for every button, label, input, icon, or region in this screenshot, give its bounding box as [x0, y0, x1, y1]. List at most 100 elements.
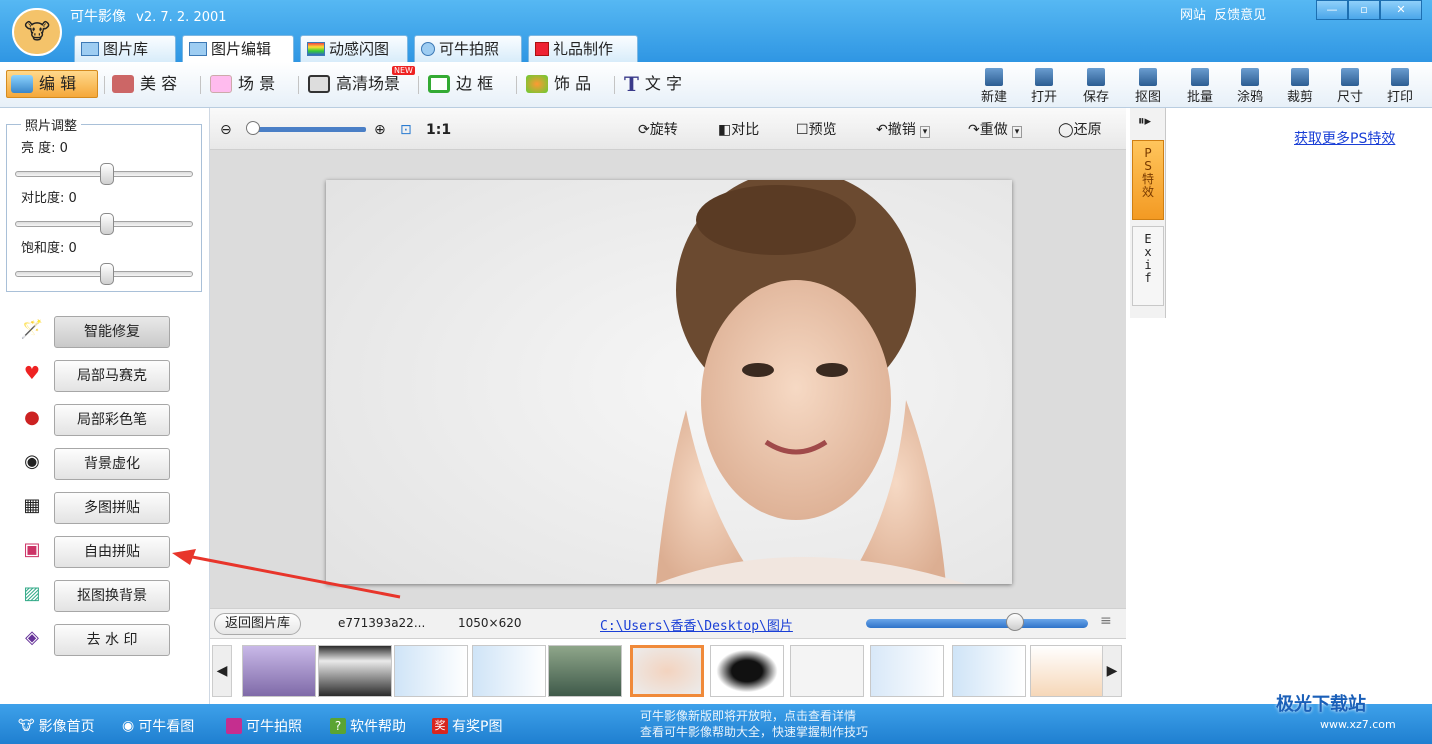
close-button[interactable]: ✕ [1380, 0, 1422, 20]
new-button[interactable]: 新建 [972, 66, 1016, 106]
menu-icon[interactable]: ≡ [1100, 613, 1112, 629]
tab-gift[interactable]: 礼品制作 [528, 35, 638, 62]
remove-watermark-button[interactable]: 去 水 印 [54, 624, 170, 656]
contrast-slider[interactable] [15, 213, 193, 235]
multi-collage-icon: ▦ [23, 495, 41, 516]
subtab-frame[interactable]: 边 框 [424, 70, 497, 98]
tab-animation[interactable]: 动感闪图 [300, 35, 408, 62]
free-collage-button[interactable]: 自由拼贴 [54, 536, 170, 568]
thumbnail[interactable] [952, 645, 1026, 697]
local-color-pen-button[interactable]: 局部彩色笔 [54, 404, 170, 436]
multi-collage-button[interactable]: 多图拼贴 [54, 492, 170, 524]
preview-icon: ☐ [796, 122, 809, 138]
slider-thumb[interactable] [100, 163, 114, 185]
subtab-edit[interactable]: 编 辑 [6, 70, 98, 98]
rotate-button[interactable]: ⟳旋转 [638, 120, 678, 140]
preview-button[interactable]: ☐预览 [796, 120, 837, 140]
thumbnail[interactable] [318, 645, 392, 697]
scene-icon [210, 75, 232, 93]
dropdown-icon[interactable]: ▾ [1011, 126, 1023, 138]
dropdown-icon[interactable]: ▾ [919, 126, 931, 138]
tab-ps-effects[interactable]: P S 特 效 [1132, 140, 1164, 220]
thumb-size-thumb[interactable] [1006, 613, 1024, 631]
help-icon: ? [330, 718, 346, 734]
crop-button[interactable]: 裁剪 [1278, 66, 1322, 106]
divider [200, 76, 201, 94]
tab-photo-edit[interactable]: 图片编辑 [182, 35, 294, 62]
thumbnail[interactable] [394, 645, 468, 697]
resize-button[interactable]: 尺寸 [1328, 66, 1372, 106]
print-button[interactable]: 打印 [1378, 66, 1422, 106]
cutout-background-button[interactable]: 抠图换背景 [54, 580, 170, 612]
back-to-gallery-button[interactable]: 返回图片库 [214, 613, 302, 635]
save-button[interactable]: 保存 [1074, 66, 1118, 106]
local-mosaic-button[interactable]: 局部马赛克 [54, 360, 170, 392]
compare-button[interactable]: ◧对比 [718, 120, 759, 140]
tab-label: 动感闪图 [329, 39, 390, 58]
thumbnail[interactable] [242, 645, 316, 697]
status-label: 可牛拍照 [246, 719, 302, 735]
thumbnail[interactable] [1030, 645, 1104, 697]
slider-thumb[interactable] [100, 213, 114, 235]
compare-icon: ◧ [718, 122, 732, 138]
scroll-left-icon[interactable]: ◀ [212, 645, 232, 697]
tab-exif[interactable]: E x i f [1132, 226, 1164, 306]
collapse-icon[interactable]: ⏸▸ [1138, 114, 1151, 129]
scroll-right-icon[interactable]: ▶ [1102, 645, 1122, 697]
tool-label: 保存 [1082, 90, 1109, 105]
status-home[interactable]: 🐮 影像首页 [18, 716, 95, 736]
file-path-link[interactable]: C:\Users\香香\Desktop\图片 [600, 615, 793, 634]
smart-repair-button[interactable]: 智能修复 [54, 316, 170, 348]
thumbnail[interactable] [472, 645, 546, 697]
background-blur-button[interactable]: 背景虚化 [54, 448, 170, 480]
thumbnail-strip: ◀ ▶ [210, 638, 1126, 704]
zoom-thumb[interactable] [246, 121, 260, 135]
tool-label: 打开 [1030, 90, 1057, 105]
thumbnail[interactable] [790, 645, 864, 697]
batch-button[interactable]: 批量 [1178, 66, 1222, 106]
maximize-button[interactable]: ▫ [1348, 0, 1380, 20]
website-link[interactable]: 网站 [1180, 8, 1206, 23]
new-file-icon [985, 68, 1003, 86]
saturation-slider[interactable] [15, 263, 193, 285]
edit-toolbar: 编 辑 美 容 场 景 高清场景 NEW 边 框 饰 品 T文 字 新建 打开 … [0, 62, 1432, 108]
subtab-hd-scene[interactable]: 高清场景 [304, 70, 404, 98]
edited-photo[interactable] [326, 170, 1012, 584]
status-viewer[interactable]: ◉ 可牛看图 [122, 716, 194, 736]
slider-thumb[interactable] [100, 263, 114, 285]
feedback-link[interactable]: 反馈意见 [1214, 8, 1266, 23]
status-help[interactable]: ? 软件帮助 [330, 716, 406, 736]
thumbnail[interactable] [548, 645, 622, 697]
actual-size-button[interactable]: 1:1 [426, 120, 451, 140]
redo-button[interactable]: ↷重做 ▾ [968, 120, 1023, 140]
restore-button[interactable]: ◯还原 [1058, 120, 1102, 140]
minimize-button[interactable]: — [1316, 0, 1348, 20]
thumbnail[interactable] [870, 645, 944, 697]
status-camera[interactable]: 可牛拍照 [226, 716, 302, 736]
divider [418, 76, 419, 94]
cutout-button[interactable]: 抠图 [1126, 66, 1170, 106]
tab-gallery[interactable]: 图片库 [74, 35, 176, 62]
doodle-button[interactable]: 涂鸦 [1228, 66, 1272, 106]
subtab-scene[interactable]: 场 景 [206, 70, 279, 98]
thumbnail[interactable] [710, 645, 784, 697]
thumb-size-slider[interactable] [866, 619, 1088, 628]
thumbnail-selected[interactable] [630, 645, 704, 697]
zoom-in-icon[interactable]: ⊕ [374, 120, 386, 140]
tab-camera[interactable]: 可牛拍照 [414, 35, 522, 62]
subtab-ornament[interactable]: 饰 品 [522, 70, 595, 98]
subtab-text[interactable]: T文 字 [620, 70, 686, 98]
app-title: 可牛影像 v2. 7. 2. 2001 [70, 6, 227, 26]
open-button[interactable]: 打开 [1022, 66, 1066, 106]
zoom-out-icon[interactable]: ⊖ [220, 120, 232, 140]
scrolling-notice[interactable]: 可牛影像新版即将开放啦，点击查看详情 查看可牛影像帮助大全，快速掌握制作技巧 [640, 708, 868, 740]
resize-icon [1341, 68, 1359, 86]
undo-button[interactable]: ↶撤销 ▾ [876, 120, 931, 140]
subtab-beauty[interactable]: 美 容 [108, 70, 181, 98]
adjust-legend: 照片调整 [21, 115, 82, 134]
more-ps-effects-link[interactable]: 获取更多PS特效 [1294, 128, 1395, 148]
zoom-slider[interactable] [248, 127, 366, 132]
fit-icon[interactable]: ⊡ [400, 120, 412, 140]
status-prize[interactable]: 奖有奖P图 [432, 716, 502, 736]
brightness-slider[interactable] [15, 163, 193, 185]
